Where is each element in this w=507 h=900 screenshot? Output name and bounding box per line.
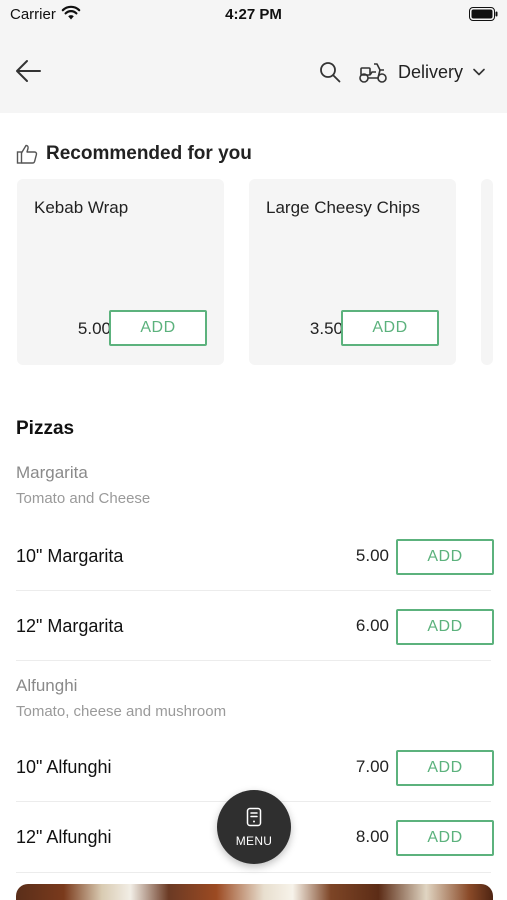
recommended-item-name: Kebab Wrap bbox=[34, 198, 129, 217]
add-button[interactable]: ADD bbox=[341, 310, 439, 346]
menu-item-row: 12" Margarita 6.00 ADD bbox=[16, 592, 494, 662]
group-title: Alfunghi bbox=[16, 676, 78, 695]
menu-icon bbox=[246, 807, 262, 827]
recommended-card[interactable]: Kebab Wrap 5.00 ADD bbox=[17, 179, 224, 365]
group-title: Margarita bbox=[16, 463, 88, 482]
row-divider bbox=[16, 590, 491, 591]
recommended-item-price: 3.50 bbox=[309, 319, 343, 338]
menu-item-name: 12" Alfunghi bbox=[16, 827, 112, 847]
status-bar: Carrier 4:27 PM bbox=[0, 0, 507, 30]
menu-item-name: 10" Margarita bbox=[16, 546, 124, 566]
menu-fab-button[interactable]: MENU bbox=[217, 790, 291, 864]
recommended-item-price: 5.00 bbox=[77, 319, 111, 338]
status-time: 4:27 PM bbox=[225, 6, 282, 23]
battery-icon bbox=[469, 7, 498, 21]
search-icon[interactable] bbox=[319, 61, 341, 83]
menu-item-price: 5.00 bbox=[355, 546, 389, 565]
food-image bbox=[16, 884, 493, 900]
add-button[interactable]: ADD bbox=[109, 310, 207, 346]
menu-item-name: 10" Alfunghi bbox=[16, 757, 112, 777]
menu-fab-label: MENU bbox=[235, 834, 273, 848]
chevron-down-icon bbox=[473, 68, 485, 76]
group-description: Tomato, cheese and mushroom bbox=[16, 703, 227, 720]
scooter-icon bbox=[359, 63, 387, 83]
row-divider bbox=[16, 872, 491, 873]
add-button[interactable]: ADD bbox=[396, 609, 494, 645]
group-description: Tomato and Cheese bbox=[16, 490, 151, 507]
row-divider bbox=[16, 660, 491, 661]
recommended-item-name: Large Cheesy Chips bbox=[266, 198, 421, 217]
recommended-card-partial[interactable] bbox=[481, 179, 493, 365]
add-button[interactable]: ADD bbox=[396, 539, 494, 575]
arrow-left-icon[interactable] bbox=[14, 58, 42, 84]
delivery-selector[interactable]: Delivery bbox=[358, 58, 485, 86]
delivery-label: Delivery bbox=[398, 61, 464, 82]
recommended-card[interactable]: Large Cheesy Chips 3.50 ADD bbox=[249, 179, 456, 365]
thumbs-up-icon bbox=[16, 144, 38, 164]
menu-item-name: 12" Margarita bbox=[16, 616, 124, 636]
recommended-header: Recommended for you bbox=[16, 143, 252, 165]
menu-item-row: 10" Margarita 5.00 ADD bbox=[16, 522, 494, 592]
add-button[interactable]: ADD bbox=[396, 820, 494, 856]
menu-item-price: 8.00 bbox=[355, 827, 389, 846]
menu-item-price: 7.00 bbox=[355, 757, 389, 776]
section-title-pizzas: Pizzas bbox=[16, 418, 75, 439]
add-button[interactable]: ADD bbox=[396, 750, 494, 786]
recommended-title: Recommended for you bbox=[46, 143, 252, 164]
menu-item-price: 6.00 bbox=[355, 616, 389, 635]
top-bar: Delivery bbox=[0, 30, 507, 113]
